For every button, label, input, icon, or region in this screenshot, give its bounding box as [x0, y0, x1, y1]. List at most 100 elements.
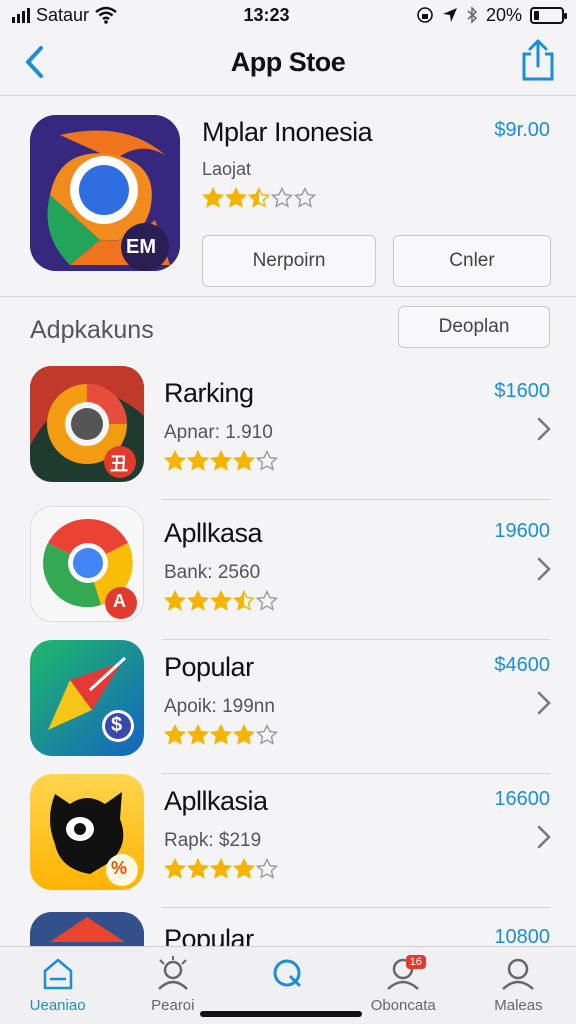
featured-app-price: $9r.00 — [494, 119, 550, 141]
clock: 13:23 — [243, 4, 290, 25]
battery-icon — [530, 6, 567, 24]
star-icon — [164, 450, 186, 471]
lock-rotation-icon — [417, 7, 433, 23]
featured-left-button[interactable]: Nerpoirn — [202, 235, 376, 287]
app-name: Popular — [164, 652, 254, 682]
star-icon — [210, 858, 232, 879]
list-item[interactable]: % Apllkasia Rapk: $219 16600 — [0, 774, 576, 908]
star-icon — [164, 590, 186, 611]
app-icon-badge: A — [113, 591, 126, 611]
chevron-right-icon — [537, 825, 551, 849]
app-rating-stars — [164, 590, 278, 612]
chevron-right-icon — [537, 691, 551, 715]
tab-updates[interactable]: 16 Oboncata — [346, 947, 461, 1024]
star-icon — [187, 450, 209, 471]
list-item[interactable]: Popular 10800 — [0, 912, 576, 946]
app-icon-badge: 丑 — [110, 454, 128, 474]
search-icon — [273, 959, 301, 987]
share-icon — [522, 39, 554, 81]
row-divider — [162, 907, 550, 908]
app-rating-stars — [164, 858, 278, 880]
chevron-left-icon — [26, 46, 43, 78]
app-name: Apllkasia — [164, 786, 268, 816]
app-meta: Apnar: 1.910 — [164, 422, 273, 443]
app-icon: A — [30, 506, 144, 622]
list-item[interactable]: A Apllkasa Bank: 2560 19600 — [0, 506, 576, 640]
row-divider — [162, 499, 550, 500]
section-see-all-button[interactable]: Deoplan — [398, 306, 550, 348]
app-price: $4600 — [494, 654, 550, 676]
app-meta: Bank: 2560 — [164, 562, 261, 583]
app-name: Popular — [164, 924, 254, 946]
app-meta: Apoik: 199nn — [164, 696, 275, 717]
app-meta: Rapk: $219 — [164, 830, 262, 851]
star-icon — [210, 724, 232, 745]
notification-badge: 16 — [405, 955, 426, 969]
featured-icon-badge: EM — [126, 236, 156, 258]
star-icon — [164, 858, 186, 879]
featured-rating-stars — [202, 187, 316, 209]
star-icon — [187, 858, 209, 879]
status-left: Sataur — [12, 5, 117, 26]
app-icon: $ — [30, 640, 144, 756]
app-name: Apllkasa — [164, 518, 263, 548]
tab-label: Maleas — [494, 997, 543, 1014]
app-icon-badge: % — [111, 858, 128, 878]
star-icon — [256, 858, 278, 879]
home-icon — [43, 958, 72, 990]
page-title: App Stoe — [230, 47, 346, 77]
star-icon — [210, 450, 232, 471]
app-price: $1600 — [494, 380, 550, 402]
chevron-right-icon — [537, 557, 551, 581]
nav-bar: App Stoe — [0, 30, 576, 96]
featured-right-button[interactable]: Cnler — [393, 235, 551, 287]
star-icon — [187, 724, 209, 745]
tab-label: Oboncata — [370, 997, 436, 1014]
status-bar: Sataur 13:23 20% — [0, 0, 576, 30]
app-name: Rarking — [164, 378, 254, 408]
signal-icon — [12, 7, 30, 23]
star-icon — [256, 590, 278, 611]
app-icon — [30, 912, 144, 946]
status-right: 20% — [416, 5, 567, 26]
tab-home[interactable]: Ueaniao — [0, 947, 115, 1024]
wifi-icon — [95, 6, 117, 24]
star-icon — [271, 187, 293, 208]
list-item[interactable]: 丑 Rarking Apnar: 1.910 $1600 — [0, 366, 576, 500]
star-icon — [256, 724, 278, 745]
star-icon — [233, 724, 255, 745]
star-icon — [164, 724, 186, 745]
featured-app-subtitle: Laojat — [202, 159, 252, 179]
tab-label: Pearoi — [151, 997, 195, 1014]
app-price: 19600 — [494, 520, 550, 542]
tab-label: Ueaniao — [29, 997, 86, 1014]
star-icon — [294, 187, 316, 208]
home-indicator — [200, 1011, 362, 1017]
account-icon — [502, 958, 535, 990]
list-item[interactable]: $ Popular Apoik: 199nn $4600 — [0, 640, 576, 774]
profile-icon — [157, 956, 188, 990]
chevron-right-icon — [537, 417, 551, 441]
location-icon — [442, 8, 457, 22]
app-rating-stars — [164, 450, 278, 472]
star-icon — [233, 858, 255, 879]
star-icon — [187, 590, 209, 611]
bluetooth-icon — [467, 6, 478, 24]
share-button[interactable] — [520, 38, 556, 82]
star-icon — [248, 187, 270, 208]
back-button[interactable] — [14, 42, 54, 82]
battery-fill — [534, 10, 540, 20]
star-icon — [256, 450, 278, 471]
section-title: Adpkakuns — [30, 316, 154, 344]
featured-app-icon[interactable]: EM — [30, 115, 180, 271]
carrier-label: Sataur — [36, 4, 90, 25]
app-icon-badge: $ — [111, 714, 123, 736]
featured-app-card: EM Mplar Inonesia $9r.00 Laojat Nerpoirn… — [0, 97, 576, 297]
featured-app-name: Mplar Inonesia — [202, 117, 373, 147]
tab-account[interactable]: Maleas — [461, 947, 576, 1024]
app-icon: 丑 — [30, 366, 144, 482]
star-icon — [233, 590, 255, 611]
star-icon — [233, 450, 255, 471]
app-price: 10800 — [494, 926, 550, 946]
star-icon — [202, 187, 224, 208]
